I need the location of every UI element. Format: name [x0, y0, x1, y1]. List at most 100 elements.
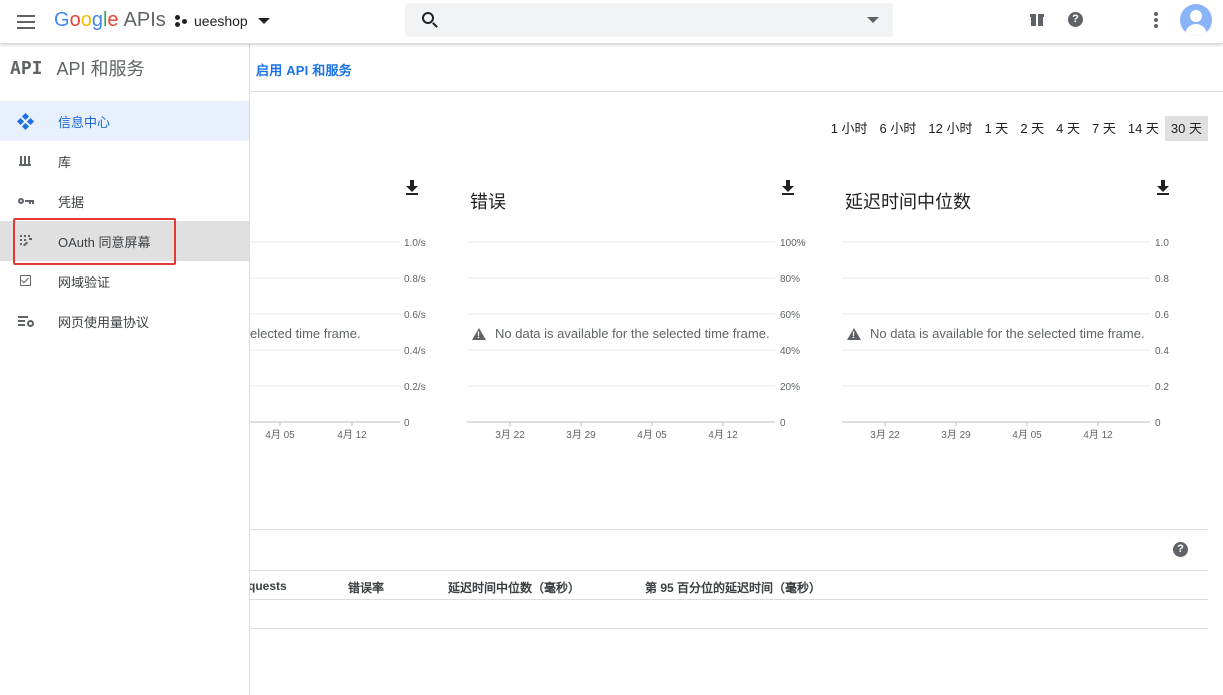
table-header: quests 错误率 延迟时间中位数（毫秒） 第 95 百分位的延迟时间（毫秒） — [250, 570, 1208, 600]
y-tick-label: 0.6 — [1155, 310, 1169, 321]
download-icon[interactable] — [1156, 180, 1170, 196]
search-input[interactable] — [445, 9, 855, 31]
api-logo-icon: API — [10, 57, 43, 79]
sidebar-item-page-usage-agreements[interactable]: 网页使用量协议 — [0, 301, 249, 341]
y-tick-label: 0 — [780, 418, 786, 429]
y-tick-label: 0.6/s — [404, 310, 426, 321]
project-selector[interactable]: ueeshop — [174, 8, 270, 34]
x-tick-label: 3月 29 — [566, 429, 596, 441]
x-tick-label: 4月 05 — [1012, 429, 1042, 441]
time-range-option[interactable]: 1 小时 — [825, 116, 874, 141]
y-tick-label: 80% — [780, 274, 800, 285]
time-range-option[interactable]: 7 天 — [1086, 116, 1122, 141]
sidebar-item-oauth-consent[interactable]: OAuth 同意屏幕 — [0, 221, 249, 261]
enable-apis-link[interactable]: 启用 API 和服务 — [256, 60, 352, 79]
column-header-requests[interactable]: quests — [250, 579, 287, 593]
oauth-consent-icon — [18, 234, 34, 248]
main-content: 启用 API 和服务 1 小时 6 小时 12 小时 1 天2 天4 天7 天 14 天… — [250, 44, 1223, 695]
y-tick-label: 0.4/s — [404, 346, 426, 357]
y-tick-label: 100% — [780, 238, 806, 249]
y-tick-label: 1.0/s — [404, 238, 426, 249]
dashboard-icon — [16, 112, 35, 131]
x-tick-label: 3月 29 — [941, 429, 971, 441]
sidebar-item-label: 网页使用量协议 — [58, 314, 150, 330]
time-range-option[interactable]: 6 小时 — [874, 116, 923, 141]
sidebar-item-library[interactable]: 库 — [0, 141, 249, 181]
sidebar-item-credentials[interactable]: 凭据 — [0, 181, 249, 221]
project-name: ueeshop — [194, 13, 248, 29]
hamburger-menu-icon[interactable] — [14, 9, 40, 35]
search-bar[interactable] — [405, 3, 893, 37]
x-tick-label: 4月 12 — [337, 429, 367, 441]
sidebar-item-domain-verification[interactable]: 网域验证 — [0, 261, 249, 301]
help-icon[interactable]: ? — [1173, 542, 1188, 557]
chart-title: 错误 — [470, 192, 506, 212]
chart-median-latency: 1.0 0.8 0.6 0.4 0.2 0 3月 22 3月 29 4月 05 4月 12 延迟时… — [842, 174, 1205, 454]
y-tick-label: 0.8/s — [404, 274, 426, 285]
chart-plot: 1.0 0.8 0.6 0.4 0.2 0 3月 22 3月 29 4月 05 4月 12 — [842, 238, 1169, 441]
y-tick-label: 0.8 — [1155, 274, 1169, 285]
help-icon[interactable]: ? — [1066, 10, 1086, 30]
library-icon — [18, 154, 34, 168]
y-tick-label: 0.4 — [1155, 346, 1169, 357]
x-tick-label: 4月 05 — [265, 429, 295, 441]
sidebar-item-dashboard[interactable]: 信息中心 — [0, 101, 249, 141]
time-range-option[interactable]: 30 天 — [1164, 116, 1208, 141]
search-dropdown-icon[interactable] — [867, 17, 879, 23]
chart-plot: 1.0/s 0.8/s 0.6/s 0.4/s 0.2/s 0 4月 05 4月 12 — [250, 238, 426, 441]
y-tick-label: 1.0 — [1155, 238, 1169, 249]
project-icon — [174, 14, 188, 28]
x-tick-label: 4月 12 — [1083, 429, 1113, 441]
download-icon[interactable] — [781, 180, 795, 196]
column-header-p95-latency[interactable]: 第 95 百分位的延迟时间（毫秒） — [645, 579, 821, 596]
table-row — [250, 600, 1208, 629]
no-data-message: No data is available for the selected ti… — [472, 326, 770, 341]
x-tick-label: 3月 22 — [495, 429, 525, 441]
app-window: Google APIs ueeshop ? API API 和服务 信息中心 库… — [0, 0, 1223, 695]
x-tick-label: 4月 12 — [708, 429, 738, 441]
warning-icon — [847, 327, 861, 340]
search-icon — [422, 12, 434, 24]
column-header-error-rate[interactable]: 错误率 — [348, 579, 384, 596]
chart-plot: 100% 80% 60% 40% 20% 0 3月 22 3月 29 4月 05 4月 12 — [467, 238, 806, 441]
usage-settings-icon — [18, 314, 34, 328]
gift-icon[interactable] — [1027, 10, 1047, 30]
sidebar-item-label: 网域验证 — [58, 274, 111, 290]
key-icon — [18, 194, 34, 208]
sidebar-header: API API 和服务 — [0, 44, 249, 92]
sidebar-title: API 和服务 — [56, 59, 145, 79]
time-range-selector: 1 小时 6 小时 12 小时 1 天2 天4 天7 天 14 天 30 天 — [825, 116, 1208, 141]
no-data-message: No data is available for the selected ti… — [250, 326, 361, 341]
chart-traffic: 1.0/s 0.8/s 0.6/s 0.4/s 0.2/s 0 4月 05 4月 12 No … — [250, 174, 426, 454]
avatar[interactable] — [1180, 4, 1212, 36]
time-range-option[interactable]: 14 天 — [1122, 116, 1165, 141]
download-icon[interactable] — [405, 180, 419, 196]
sidebar-item-label: OAuth 同意屏幕 — [58, 234, 151, 250]
no-data-text: No data is available for the selected ti… — [870, 326, 1145, 341]
sidebar-item-label: 库 — [58, 154, 72, 170]
column-header-median-latency[interactable]: 延迟时间中位数（毫秒） — [448, 579, 580, 596]
top-app-bar: Google APIs ueeshop ? — [0, 0, 1223, 44]
x-tick-label: 3月 22 — [870, 429, 900, 441]
more-vert-icon[interactable] — [1146, 10, 1166, 30]
no-data-text: No data is available for the selected ti… — [250, 326, 361, 341]
time-range-option[interactable]: 1 天 — [978, 116, 1014, 141]
time-range-option[interactable]: 4 天 — [1050, 116, 1086, 141]
main-header: 启用 API 和服务 — [250, 44, 1223, 92]
y-tick-label: 20% — [780, 382, 800, 393]
no-data-text: No data is available for the selected ti… — [495, 326, 770, 341]
time-range-option[interactable]: 2 天 — [1014, 116, 1050, 141]
chart-title: 延迟时间中位数 — [845, 192, 971, 212]
y-tick-label: 0 — [404, 418, 410, 429]
y-tick-label: 40% — [780, 346, 800, 357]
y-tick-label: 60% — [780, 310, 800, 321]
checkbox-icon — [20, 275, 31, 286]
sidebar-item-label: 凭据 — [58, 194, 85, 210]
warning-icon — [472, 327, 486, 340]
no-data-message: No data is available for the selected ti… — [847, 326, 1145, 341]
sidebar-item-label: 信息中心 — [58, 114, 111, 130]
time-range-option[interactable]: 12 小时 — [922, 116, 978, 141]
x-tick-label: 4月 05 — [637, 429, 667, 441]
google-apis-logo[interactable]: Google APIs — [54, 9, 166, 32]
chart-errors: 100% 80% 60% 40% 20% 0 3月 22 3月 29 4月 05 4月 12 错误… — [467, 174, 830, 454]
